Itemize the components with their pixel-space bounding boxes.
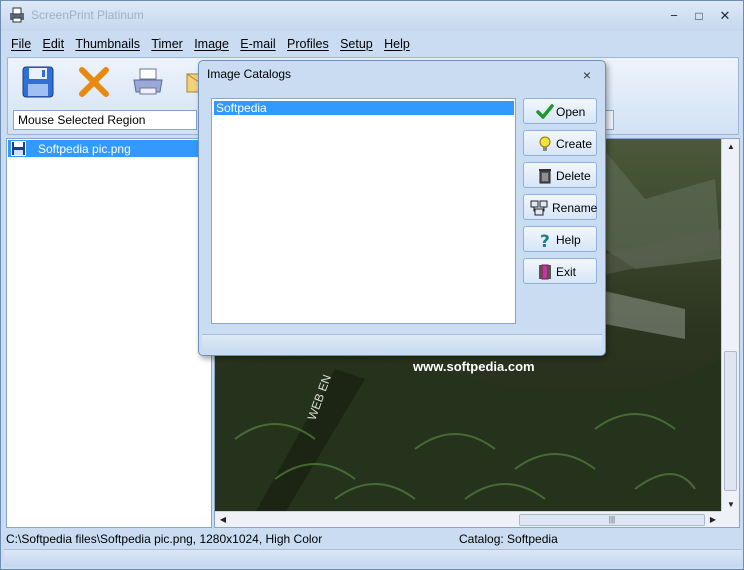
vertical-scrollbar[interactable]: ▲ ▼ <box>721 139 739 513</box>
menu-help[interactable]: Help <box>380 35 414 53</box>
dialog-bottom-strip <box>202 334 602 352</box>
menu-thumbnails[interactable]: Thumbnails <box>71 35 144 53</box>
save-button[interactable] <box>20 64 60 104</box>
lightbulb-icon <box>539 136 551 151</box>
status-file-info: C:\Softpedia files\Softpedia pic.png, 12… <box>6 532 323 546</box>
open-button[interactable]: Open <box>523 98 597 124</box>
vertical-scroll-thumb[interactable] <box>724 351 737 491</box>
file-list-item[interactable]: Softpedia pic.png <box>8 140 211 157</box>
capture-region-select[interactable]: Mouse Selected Region <box>13 110 197 130</box>
scroll-corner <box>721 511 739 527</box>
print-button[interactable] <box>130 64 170 104</box>
printer-icon <box>133 68 163 95</box>
help-button[interactable]: ? Help <box>523 226 597 252</box>
maximize-button[interactable]: □ <box>688 7 710 25</box>
svg-text:?: ? <box>540 232 550 249</box>
exit-label: Exit <box>556 265 577 279</box>
horizontal-scrollbar[interactable]: ◀ ||| ▶ <box>215 511 721 527</box>
watermark-text: www.softpedia.com <box>413 359 535 374</box>
delete-button[interactable] <box>76 64 116 104</box>
menu-file[interactable]: File <box>7 35 35 53</box>
checkmark-icon <box>536 104 554 119</box>
menu-bar: File Edit Thumbnails Timer Image E-mail … <box>7 35 739 55</box>
catalog-list[interactable]: Softpedia <box>211 98 516 324</box>
printer-app-icon <box>10 7 24 23</box>
menu-image[interactable]: Image <box>190 35 233 53</box>
minimize-button[interactable]: − <box>663 7 685 25</box>
floppy-disk-icon <box>22 66 54 98</box>
scroll-left-arrow-icon[interactable]: ◀ <box>215 512 231 527</box>
rename-icon <box>530 200 548 216</box>
main-window: ScreenPrint Platinum − □ ✕ File Edit Thu… <box>0 0 744 570</box>
status-bar: C:\Softpedia files\Softpedia pic.png, 12… <box>4 530 742 547</box>
menu-email[interactable]: E-mail <box>236 35 279 53</box>
catalog-list-item[interactable]: Softpedia <box>214 101 514 115</box>
scroll-right-arrow-icon[interactable]: ▶ <box>705 512 721 527</box>
status-catalog: Catalog: Softpedia <box>459 532 558 546</box>
dialog-close-icon[interactable]: × <box>579 67 595 83</box>
bottom-strip <box>4 549 742 567</box>
x-icon <box>79 67 109 97</box>
horizontal-scroll-thumb[interactable]: ||| <box>519 514 705 526</box>
rename-label: Rename <box>552 201 598 215</box>
delete-catalog-button[interactable]: Delete <box>523 162 597 188</box>
dialog-title: Image Catalogs <box>207 67 292 81</box>
menu-profiles[interactable]: Profiles <box>283 35 333 53</box>
rename-button[interactable]: Rename <box>523 194 597 220</box>
app-title: ScreenPrint Platinum <box>31 8 144 22</box>
title-bar: ScreenPrint Platinum − □ ✕ <box>1 1 743 31</box>
exit-button[interactable]: Exit <box>523 258 597 284</box>
floppy-file-icon <box>11 141 26 156</box>
create-label: Create <box>556 137 593 151</box>
question-mark-icon: ? <box>540 232 550 249</box>
menu-timer[interactable]: Timer <box>147 35 186 53</box>
menu-setup[interactable]: Setup <box>336 35 377 53</box>
scroll-up-arrow-icon[interactable]: ▲ <box>722 139 739 155</box>
menu-edit[interactable]: Edit <box>39 35 69 53</box>
create-button[interactable]: Create <box>523 130 597 156</box>
file-name: Softpedia pic.png <box>38 142 131 156</box>
delete-label: Delete <box>556 169 591 183</box>
trash-can-icon <box>539 169 551 184</box>
image-catalogs-dialog: Image Catalogs × Softpedia Open Create D… <box>198 60 606 356</box>
open-label: Open <box>556 105 586 119</box>
close-button[interactable]: ✕ <box>714 7 736 25</box>
exit-door-icon <box>539 264 551 280</box>
file-list-pane: Softpedia pic.png <box>6 138 212 528</box>
help-label: Help <box>556 233 581 247</box>
